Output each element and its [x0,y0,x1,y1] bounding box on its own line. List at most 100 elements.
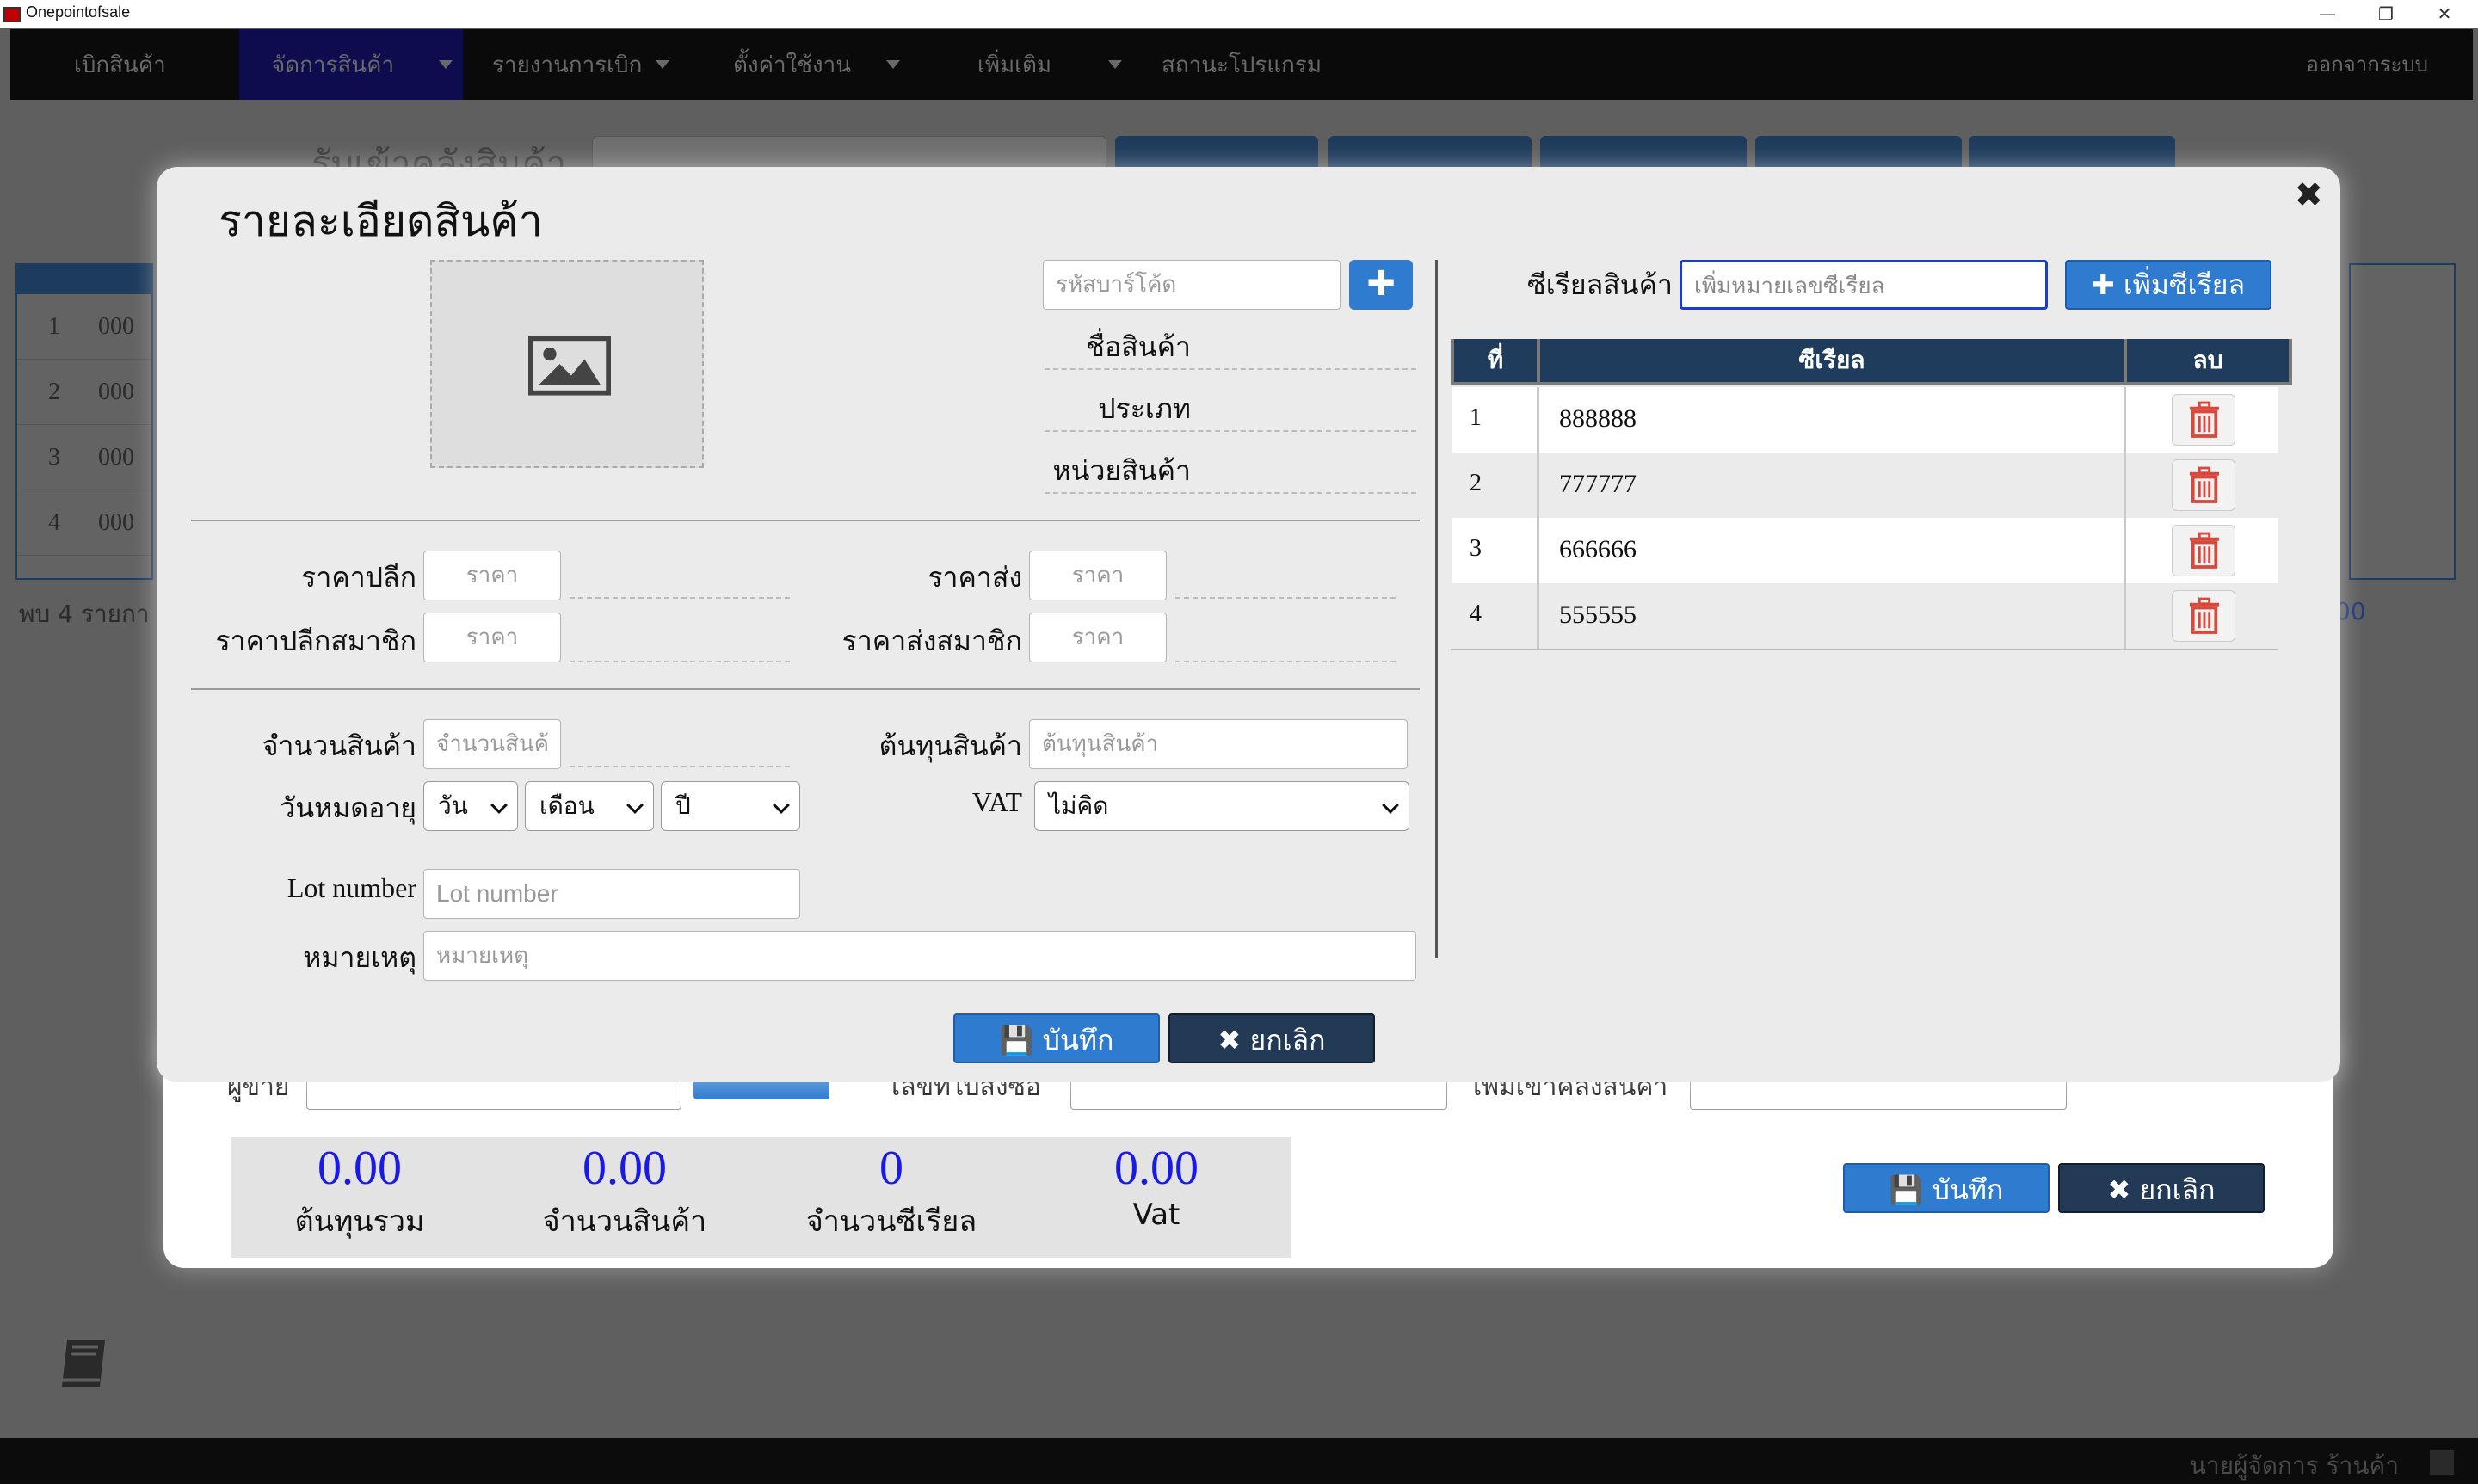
retail-price-input[interactable]: ราคา [423,551,561,600]
note-input[interactable]: หมายเหตุ [423,931,1416,981]
main-nav: เบิกสินค้า จัดการสินค้า รายงานการเบิก ตั… [10,29,2473,100]
row-code: 000 [98,509,134,536]
close-icon[interactable]: ✖ [2294,175,2323,215]
expiry-month-select[interactable]: เดือน [525,781,654,831]
add-serial-button[interactable]: ✚ เพิ่มซีเรียล [2065,260,2272,310]
nav-label: จัดการสินค้า [272,52,395,77]
nav-item-manage-products[interactable]: จัดการสินค้า [239,29,463,100]
nav-item-withdraw-report[interactable]: รายงานการเบิก [492,29,642,100]
row-code: 000 [98,444,134,471]
quantity-display [570,766,790,767]
chevron-down-icon [1382,797,1399,814]
chevron-down-icon [626,797,644,814]
cancel-label: ยกเลิก [1249,1024,1326,1056]
grid-icon[interactable] [2430,1450,2454,1475]
nav-item-withdraw[interactable]: เบิกสินค้า [74,29,166,100]
total-serials: 0 จำนวนซีเรียล [762,1137,1020,1244]
table-row: 4 000 [17,490,151,556]
total-cost: 0.00 ต้นทุนรวม [231,1137,489,1244]
total-cost-value: 0.00 [317,1142,402,1195]
member-retail-price-input[interactable]: ราคา [423,613,561,662]
table-row: 2 777777 [1452,453,2278,518]
divider [191,688,1420,690]
total-serials-label: จำนวนซีเรียล [805,1204,977,1239]
nav-item-settings[interactable]: ตั้งค่าใช้งาน [733,29,851,100]
found-count: พบ 4 รายกา [19,600,150,628]
vat-label: VAT [971,786,1022,817]
column-divider [1537,387,1539,649]
table-row: 4 555555 [1452,583,2278,649]
serial-value: 666666 [1559,535,1637,563]
minimize-button[interactable]: — [2299,0,2356,28]
logout-link[interactable]: ออกจากระบบ [2306,29,2428,100]
chevron-down-icon [439,60,453,69]
category-value [1045,430,1416,432]
outer-save-button[interactable]: 💾 บันทึก [1843,1163,2050,1213]
chevron-down-icon [490,797,508,814]
delete-serial-button[interactable] [2172,590,2235,642]
restore-button[interactable]: ❐ [2358,0,2414,28]
close-window-button[interactable]: ✕ [2416,0,2473,28]
quantity-input[interactable]: จำนวนสินค้ [423,719,561,769]
save-label: บันทึก [1042,1024,1114,1056]
row-number: 3 [1470,535,1482,562]
total-serials-value: 0 [879,1142,903,1195]
nav-item-program-status[interactable]: สถานะโปรแกรม [1162,29,1322,100]
total-quantity-label: จำนวนสินค้า [542,1204,707,1239]
book-icon[interactable] [55,1335,112,1392]
chevron-down-icon [1108,60,1122,69]
background-table-right [2349,263,2456,580]
outer-cancel-button[interactable]: ✖ ยกเลิก [2058,1163,2265,1213]
delete-serial-button[interactable] [2172,394,2235,446]
table-row: 3 000 [17,425,151,490]
wholesale-price-input[interactable]: ราคา [1029,551,1167,600]
status-bar: นายผู้จัดการ ร้านค้า [0,1438,2478,1484]
nav-item-more[interactable]: เพิ่มเติม [977,29,1051,100]
product-detail-modal: รายละเอียดสินค้า ✖ รหัสบาร์โค้ด รหัสบาร์… [157,167,2340,1082]
chevron-down-icon [656,60,669,69]
total-vat-value: 0.00 [1114,1142,1199,1195]
wholesale-price-label: ราคาส่ง [928,561,1022,594]
vat-value: ไม่คิด [1049,791,1109,820]
chevron-down-icon [886,60,900,69]
serial-label: ซีเรียลสินค้า [1527,268,1673,301]
app-icon [3,7,21,22]
year-value: ปี [675,791,691,820]
unit-value [1045,492,1416,494]
image-icon [528,336,611,396]
product-name-value [1045,368,1416,370]
cost-label: ต้นทุนสินค้า [878,730,1022,762]
member-wholesale-price-input[interactable]: ราคา [1029,613,1167,662]
save-icon: 💾 [999,1024,1034,1056]
row-number: 1 [1470,404,1482,431]
cost-input[interactable]: ต้นทุนสินค้า [1029,719,1408,769]
serial-value: 555555 [1559,600,1637,629]
table-row: 3 666666 [1452,518,2278,583]
serial-value: 888888 [1559,404,1637,433]
delete-serial-button[interactable] [2172,525,2235,576]
wholesale-price-display [1175,597,1396,599]
add-barcode-button[interactable]: ✚ [1349,260,1413,310]
vat-select[interactable]: ไม่คิด [1034,781,1409,831]
header-delete: ลบ [2127,339,2289,382]
save-button[interactable]: 💾 บันทึก [953,1013,1160,1063]
month-value: เดือน [539,791,595,820]
unit-label: หน่วยสินค้า [1052,454,1191,487]
expiry-day-select[interactable]: วัน [423,781,518,831]
expiry-label: วันหมดอายุ [280,791,416,824]
product-name-label: ชื่อสินค้า [1086,330,1191,363]
day-value: วัน [438,791,468,820]
modal-title: รายละเอียดสินค้า [219,196,543,246]
total-quantity-value: 0.00 [583,1142,667,1195]
cancel-button[interactable]: ✖ ยกเลิก [1168,1013,1375,1063]
category-label: ประเภท [1098,392,1191,425]
table-row: 1 888888 [1452,387,2278,453]
lot-number-input[interactable]: Lot number [423,869,800,919]
product-image-placeholder[interactable] [430,260,704,468]
row-number: 4 [48,509,60,536]
serial-input[interactable]: เพิ่มหมายเลขซีเรียล [1680,260,2048,310]
column-divider [2124,387,2126,649]
barcode-input[interactable]: รหัสบาร์โค้ด [1043,260,1341,310]
save-icon: 💾 [1889,1173,1924,1206]
delete-serial-button[interactable] [2172,459,2235,511]
